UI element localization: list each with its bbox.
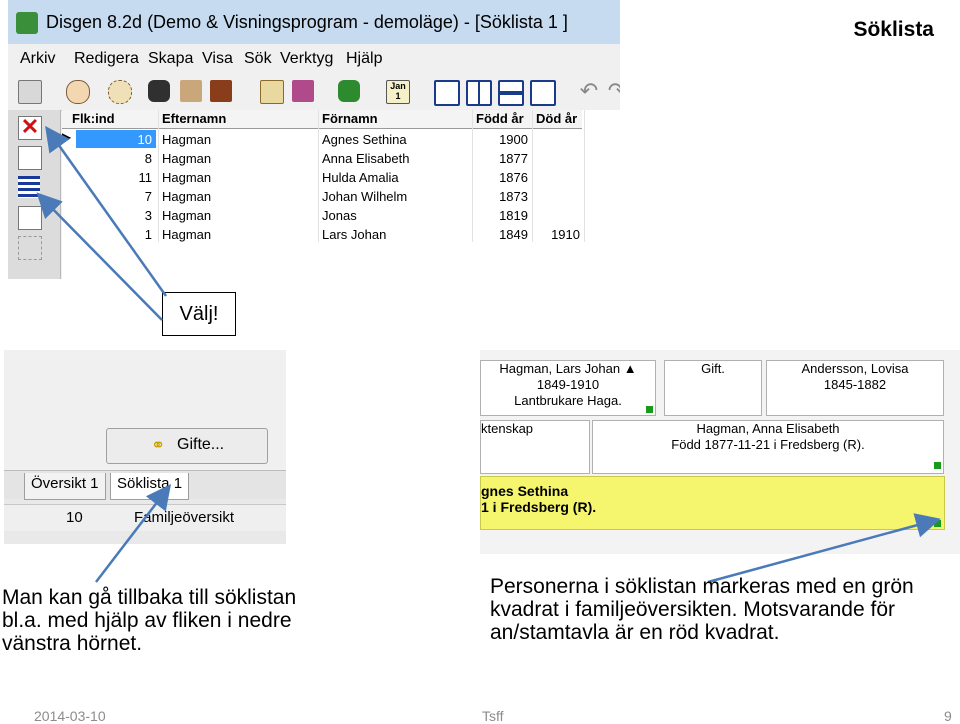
footer-date: 2014-03-10	[34, 708, 106, 724]
footer-page: 9	[944, 708, 952, 724]
arrow-to-soklista-tab	[95, 484, 172, 583]
caption-left: Man kan gå tillbaka till söklistan bl.a.…	[2, 586, 297, 655]
footer-center: Tsff	[482, 708, 504, 724]
arrow-to-close-icon	[36, 192, 163, 321]
arrow-to-green-marker	[707, 513, 941, 584]
caption-right: Personerna i söklistan markeras med en g…	[490, 575, 914, 644]
arrow-to-list-icon	[45, 125, 168, 297]
